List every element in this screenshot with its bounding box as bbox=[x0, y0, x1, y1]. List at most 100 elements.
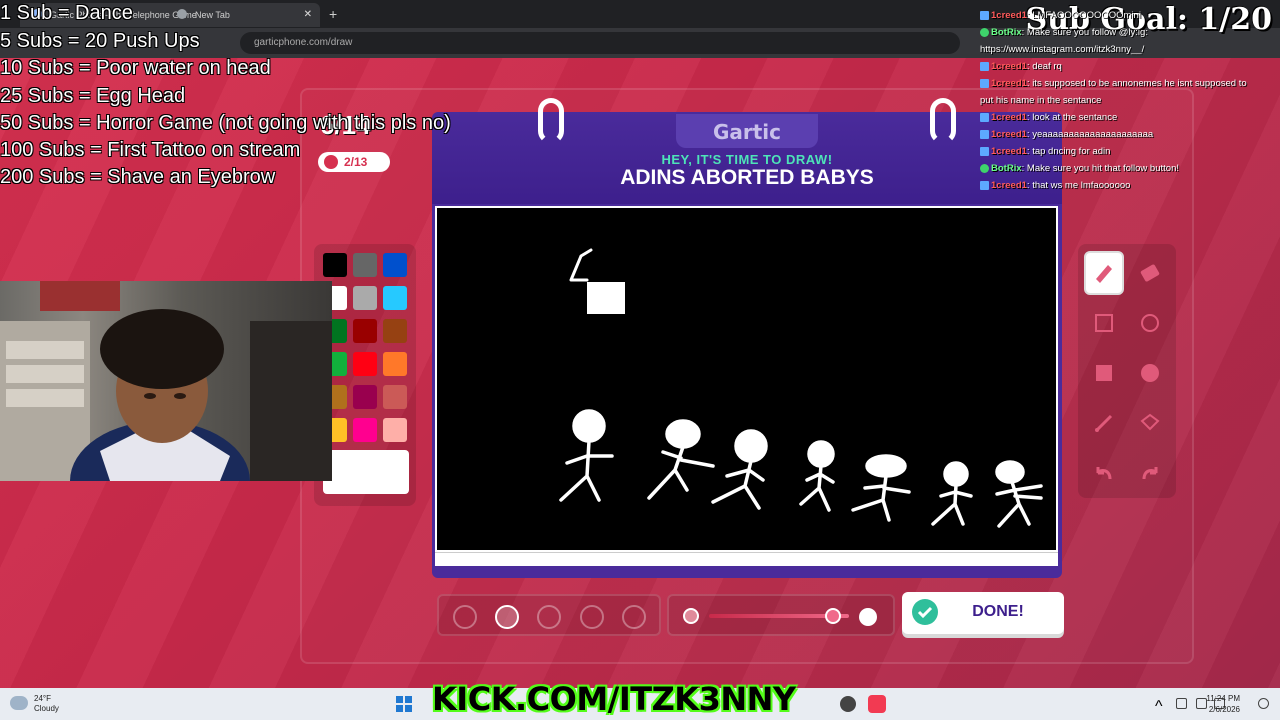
chat-overlay: Sub Goal: 1/20 1creed1: LMFAOOOOOOOOOmin… bbox=[976, 0, 1280, 198]
circle-filled-icon bbox=[1141, 364, 1159, 382]
bot-badge-icon bbox=[980, 27, 989, 37]
user-badge-icon bbox=[980, 112, 989, 122]
color-swatch[interactable] bbox=[353, 352, 377, 376]
clock-date: 2/6/2026 bbox=[1208, 705, 1240, 714]
opacity-min-icon bbox=[683, 608, 699, 624]
fill-bucket-tool[interactable] bbox=[1130, 401, 1170, 445]
circle-outline-icon bbox=[1141, 314, 1159, 332]
brush-size-option[interactable] bbox=[622, 605, 646, 629]
chat-text: : look at the sentance bbox=[1026, 112, 1118, 123]
color-swatch[interactable] bbox=[383, 253, 407, 277]
color-swatch[interactable] bbox=[353, 253, 377, 277]
chat-text: : that ws me lmfaoooooo bbox=[1026, 180, 1131, 191]
user-badge-icon bbox=[980, 78, 989, 88]
chat-username: BotRix bbox=[991, 163, 1022, 174]
mic-icon[interactable] bbox=[1176, 698, 1187, 709]
chat-username: 1creed1 bbox=[991, 112, 1027, 123]
notification-icon[interactable] bbox=[1258, 698, 1269, 709]
color-swatch[interactable] bbox=[383, 286, 407, 310]
chat-message: 1creed1: yeaaaaaaaaaaaaaaaaaaaaa bbox=[980, 129, 1153, 140]
circle-outline-tool[interactable] bbox=[1130, 301, 1170, 345]
circle-filled-tool[interactable] bbox=[1130, 351, 1170, 395]
chat-message: 1creed1: tap dncing for adin bbox=[980, 146, 1110, 157]
fill-bucket-icon bbox=[1140, 413, 1160, 431]
webcam-feed bbox=[0, 281, 332, 481]
drawn-rectangle bbox=[587, 282, 625, 314]
redo-tool[interactable] bbox=[1130, 451, 1170, 495]
wifi-icon[interactable] bbox=[1196, 698, 1207, 709]
music-app-icon[interactable] bbox=[868, 695, 886, 713]
brush-size-option[interactable] bbox=[495, 605, 519, 629]
chat-username: 1creed1 bbox=[991, 10, 1027, 21]
streamer-cam bbox=[0, 281, 332, 481]
color-swatch[interactable] bbox=[353, 319, 377, 343]
user-badge-icon bbox=[980, 129, 989, 139]
pen-icon bbox=[1096, 265, 1112, 283]
color-swatch[interactable] bbox=[383, 385, 407, 409]
windows-start-icon[interactable] bbox=[396, 696, 412, 712]
drawing-canvas[interactable] bbox=[435, 206, 1058, 552]
opacity-slider[interactable] bbox=[667, 594, 895, 636]
done-label: DONE! bbox=[972, 603, 1024, 620]
brush-size-option[interactable] bbox=[453, 605, 477, 629]
check-icon bbox=[912, 599, 938, 625]
chat-username: BotRix bbox=[991, 27, 1022, 38]
color-swatch[interactable] bbox=[383, 319, 407, 343]
color-swatch[interactable] bbox=[353, 418, 377, 442]
chat-text: : LMFAOOOOOOOOOmini bbox=[1026, 10, 1141, 21]
tab-new-tab[interactable]: New Tab ✕ bbox=[165, 3, 320, 27]
line-tool[interactable] bbox=[1084, 401, 1124, 445]
opacity-max-icon bbox=[859, 608, 877, 626]
color-swatch[interactable] bbox=[383, 418, 407, 442]
clock-time: 11:24 PM bbox=[1206, 694, 1240, 703]
slider-thumb[interactable] bbox=[825, 608, 842, 624]
chat-message: 1creed1: that ws me lmfaoooooo bbox=[980, 180, 1130, 191]
drawn-stroke bbox=[569, 248, 593, 282]
user-badge-icon bbox=[980, 180, 989, 190]
undo-icon bbox=[1096, 467, 1112, 480]
square-filled-tool[interactable] bbox=[1084, 351, 1124, 395]
chat-text: : Make sure you follow @ly:ig: bbox=[1021, 27, 1148, 38]
chat-message: https://www.instagram.com/itzk3nny__/ bbox=[980, 44, 1144, 55]
sub-goal-item: 10 Subs = Poor water on head bbox=[0, 57, 271, 79]
new-tab-icon[interactable]: + bbox=[329, 6, 337, 22]
pen-tool[interactable] bbox=[1084, 251, 1124, 295]
weather-widget[interactable]: 24°F Cloudy bbox=[10, 694, 59, 714]
chat-message: 1creed1: its supposed to be annonemes he… bbox=[980, 78, 1247, 89]
weather-condition: Cloudy bbox=[34, 704, 59, 713]
close-icon[interactable]: ✕ bbox=[304, 9, 312, 20]
eraser-tool[interactable] bbox=[1130, 251, 1170, 295]
undo-tool[interactable] bbox=[1084, 451, 1124, 495]
app-icon[interactable] bbox=[840, 696, 856, 712]
color-swatch[interactable] bbox=[353, 385, 377, 409]
sub-goal-item: 200 Subs = Shave an Eyebrow bbox=[0, 166, 276, 188]
chat-message: BotRix: Make sure you hit that follow bu… bbox=[980, 163, 1179, 174]
sub-goal-item: 25 Subs = Egg Head bbox=[0, 85, 186, 107]
color-swatch[interactable] bbox=[383, 352, 407, 376]
bot-badge-icon bbox=[980, 163, 989, 173]
tab-label: New Tab bbox=[195, 10, 230, 20]
color-swatch[interactable] bbox=[323, 253, 347, 277]
brush-size-picker bbox=[437, 594, 661, 636]
done-button[interactable]: DONE! bbox=[902, 592, 1064, 634]
brush-size-option[interactable] bbox=[580, 605, 604, 629]
user-badge-icon bbox=[980, 61, 989, 71]
chat-message: 1creed1: LMFAOOOOOOOOOmini bbox=[980, 10, 1141, 21]
address-bar[interactable]: garticphone.com/draw bbox=[240, 32, 960, 54]
chrome-icon bbox=[177, 9, 187, 19]
chevron-up-icon[interactable]: ^ bbox=[1155, 698, 1166, 715]
square-outline-tool[interactable] bbox=[1084, 301, 1124, 345]
kick-url-overlay: KICK.COM/ITZK3NNY bbox=[432, 680, 796, 718]
chat-text: : yeaaaaaaaaaaaaaaaaaaaaa bbox=[1026, 129, 1154, 140]
heart-icon bbox=[324, 155, 338, 169]
chat-text: : Make sure you hit that follow button! bbox=[1021, 163, 1179, 174]
chat-username: 1creed1 bbox=[991, 78, 1027, 89]
chat-message: BotRix: Make sure you follow @ly:ig: bbox=[980, 27, 1148, 38]
color-swatch[interactable] bbox=[353, 286, 377, 310]
binder-ring-left bbox=[538, 98, 564, 144]
sub-goal-item: 1 Sub = Dance bbox=[0, 2, 133, 24]
brush-size-option[interactable] bbox=[537, 605, 561, 629]
system-clock[interactable]: 11:24 PM 2/6/2026 bbox=[1206, 693, 1240, 715]
chat-text: put his name in the sentance bbox=[980, 95, 1102, 106]
chat-username: 1creed1 bbox=[991, 146, 1027, 157]
